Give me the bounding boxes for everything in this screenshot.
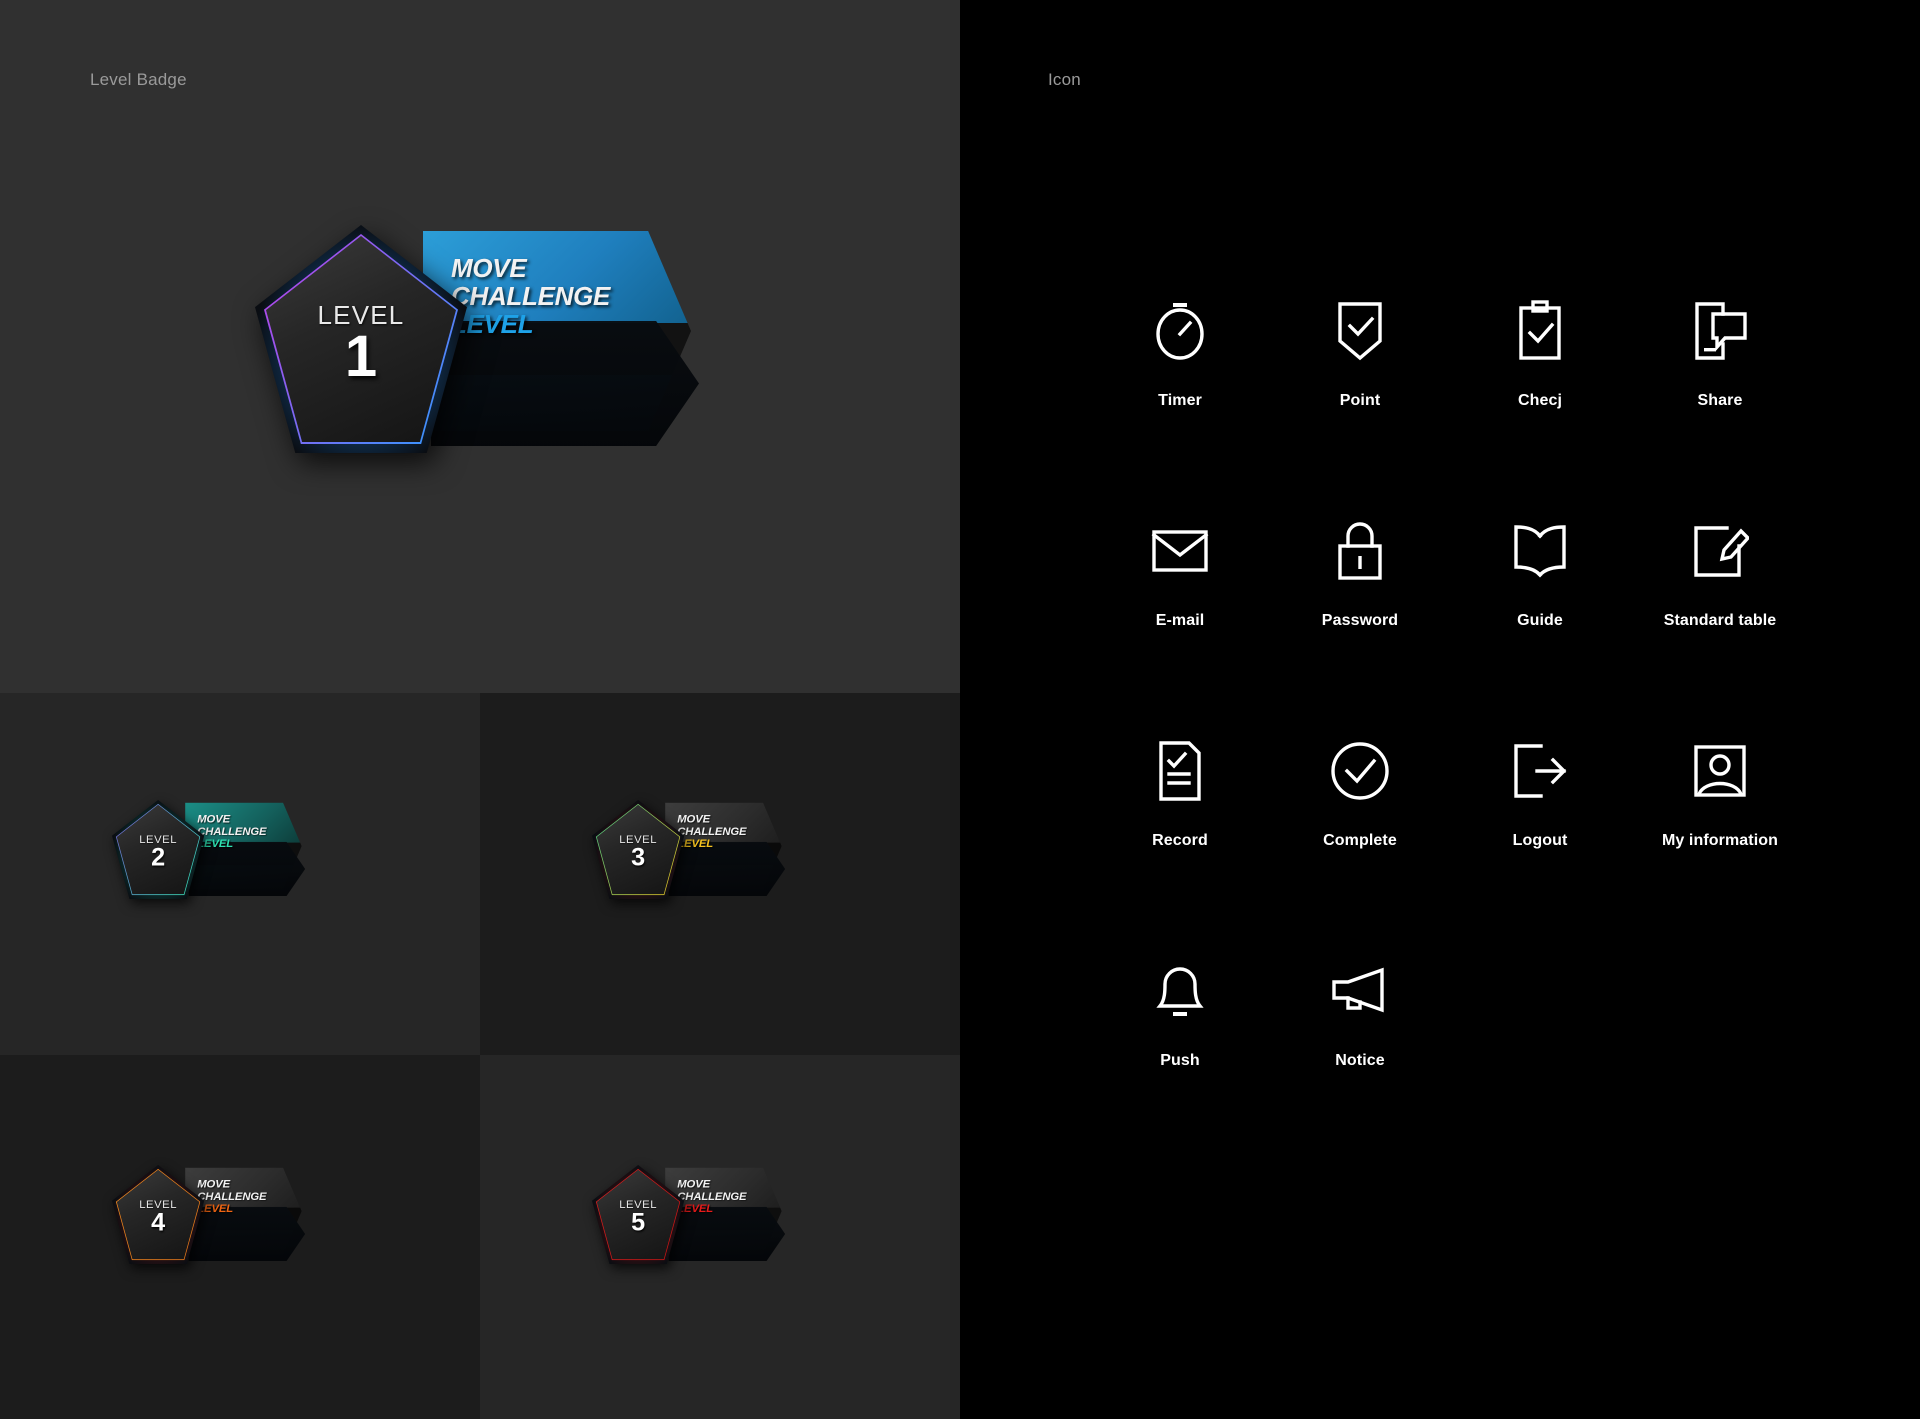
shield-text: LEVEL 4 bbox=[112, 1165, 204, 1264]
share-icon[interactable] bbox=[1689, 300, 1751, 362]
password-lock-icon[interactable] bbox=[1329, 520, 1391, 582]
icon-cell-point[interactable]: Point bbox=[1270, 300, 1450, 410]
icon-label: Complete bbox=[1323, 832, 1397, 849]
ribbon-shadow bbox=[188, 841, 306, 897]
push-bell-icon[interactable] bbox=[1149, 960, 1211, 1022]
ribbon-line-2: CHALLENGE bbox=[197, 1189, 267, 1203]
icon-label: Standard table bbox=[1663, 612, 1777, 629]
shield-text: LEVEL 5 bbox=[592, 1165, 684, 1264]
guide-book-icon[interactable] bbox=[1509, 520, 1571, 582]
ribbon-line-3: LEVEL bbox=[451, 309, 534, 340]
ribbon-text: MOVE CHALLENGE LEVEL bbox=[677, 813, 746, 849]
ribbon-line-2: CHALLENGE bbox=[677, 824, 747, 838]
icon-cell-my-information[interactable]: My information bbox=[1630, 740, 1810, 850]
icon-cell-share[interactable]: Share bbox=[1630, 300, 1810, 410]
ribbon-text: MOVE CHALLENGE LEVEL bbox=[197, 1178, 266, 1214]
shield-text: LEVEL 2 bbox=[112, 800, 204, 899]
ribbon-line-2: CHALLENGE bbox=[451, 280, 611, 311]
ribbon-line-3: LEVEL bbox=[677, 1201, 714, 1215]
icon-cell-complete[interactable]: Complete bbox=[1270, 740, 1450, 850]
ribbon-line-1: MOVE bbox=[197, 812, 231, 826]
timer-icon[interactable] bbox=[1149, 300, 1211, 362]
icon-panel: Icon Timer Point Checj Share E-mail Password G… bbox=[960, 0, 1920, 1419]
record-icon[interactable] bbox=[1149, 740, 1211, 802]
level-number: 3 bbox=[631, 843, 646, 872]
design-system-board: Level Badge MOVE CHALLENGE LEVEL LEVEL 1 MOVE… bbox=[0, 0, 1920, 1419]
icon-grid: Timer Point Checj Share E-mail Password Guide S… bbox=[1090, 300, 1810, 1070]
icon-label: Timer bbox=[1158, 392, 1202, 409]
shield-text: LEVEL 3 bbox=[592, 800, 684, 899]
logout-icon[interactable] bbox=[1509, 740, 1571, 802]
level-shield: LEVEL 2 bbox=[112, 800, 205, 900]
icon-cell-logout[interactable]: Logout bbox=[1450, 740, 1630, 850]
ribbon-shadow bbox=[188, 1206, 306, 1262]
level-badge-panel: Level Badge MOVE CHALLENGE LEVEL LEVEL 1 MOVE… bbox=[0, 0, 960, 1419]
icon-cell-timer[interactable]: Timer bbox=[1090, 300, 1270, 410]
ribbon-line-1: MOVE bbox=[677, 812, 711, 826]
shield-text: LEVEL 1 bbox=[255, 225, 467, 453]
icon-label: Notice bbox=[1335, 1052, 1385, 1069]
level-number: 1 bbox=[344, 323, 378, 389]
complete-icon[interactable] bbox=[1329, 740, 1391, 802]
icon-label: E-mail bbox=[1155, 612, 1205, 629]
email-icon[interactable] bbox=[1149, 520, 1211, 582]
ribbon-line-3: LEVEL bbox=[677, 836, 714, 850]
icon-cell-guide[interactable]: Guide bbox=[1450, 520, 1630, 630]
icon-cell-record[interactable]: Record bbox=[1090, 740, 1270, 850]
level-badge-2[interactable]: MOVE CHALLENGE LEVEL LEVEL 2 bbox=[112, 800, 306, 900]
icon-cell-password[interactable]: Password bbox=[1270, 520, 1450, 630]
icon-cell-e-mail[interactable]: E-mail bbox=[1090, 520, 1270, 630]
icon-section-title: Icon bbox=[1048, 70, 1081, 89]
icon-label: Share bbox=[1697, 392, 1743, 409]
level-number: 5 bbox=[631, 1208, 646, 1237]
ribbon-text: MOVE CHALLENGE LEVEL bbox=[451, 253, 611, 340]
ribbon-line-3: LEVEL bbox=[197, 1201, 234, 1215]
ribbon-line-1: MOVE bbox=[197, 1177, 231, 1191]
icon-cell-standard-table[interactable]: Standard table bbox=[1630, 520, 1810, 630]
level-shield: LEVEL 5 bbox=[592, 1165, 685, 1265]
level-badge-section-title: Level Badge bbox=[90, 70, 187, 89]
icon-label: Push bbox=[1160, 1052, 1200, 1069]
ribbon-line-3: LEVEL bbox=[197, 836, 234, 850]
icon-cell-checj[interactable]: Checj bbox=[1450, 300, 1630, 410]
ribbon-line-2: CHALLENGE bbox=[197, 824, 267, 838]
level-number: 4 bbox=[151, 1208, 166, 1237]
check-clipboard-icon[interactable] bbox=[1509, 300, 1571, 362]
level-badge-1[interactable]: MOVE CHALLENGE LEVEL LEVEL 1 bbox=[255, 225, 699, 455]
icon-label: My information bbox=[1661, 832, 1779, 849]
icon-label: Record bbox=[1152, 832, 1208, 849]
level-shield: LEVEL 4 bbox=[112, 1165, 205, 1265]
ribbon-line-1: MOVE bbox=[677, 1177, 711, 1191]
icon-label: Logout bbox=[1512, 832, 1568, 849]
ribbon-text: MOVE CHALLENGE LEVEL bbox=[197, 813, 266, 849]
level-number: 2 bbox=[151, 843, 166, 872]
icon-label: Guide bbox=[1517, 612, 1563, 629]
icon-label: Checj bbox=[1517, 392, 1563, 409]
level-badge-4[interactable]: MOVE CHALLENGE LEVEL LEVEL 4 bbox=[112, 1165, 306, 1265]
ribbon-text: MOVE CHALLENGE LEVEL bbox=[677, 1178, 746, 1214]
point-icon[interactable] bbox=[1329, 300, 1391, 362]
ribbon-line-1: MOVE bbox=[451, 253, 527, 283]
ribbon-line-2: CHALLENGE bbox=[677, 1189, 747, 1203]
level-shield: LEVEL 3 bbox=[592, 800, 685, 900]
ribbon-shadow bbox=[668, 1206, 786, 1262]
icon-cell-push[interactable]: Push bbox=[1090, 960, 1270, 1070]
ribbon-shadow bbox=[668, 841, 786, 897]
icon-label: Password bbox=[1321, 612, 1399, 629]
level-badge-5[interactable]: MOVE CHALLENGE LEVEL LEVEL 5 bbox=[592, 1165, 786, 1265]
icon-cell-notice[interactable]: Notice bbox=[1270, 960, 1450, 1070]
ribbon-shadow bbox=[431, 321, 699, 446]
level-shield: LEVEL 1 bbox=[255, 225, 467, 453]
level-badge-3[interactable]: MOVE CHALLENGE LEVEL LEVEL 3 bbox=[592, 800, 786, 900]
icon-label: Point bbox=[1339, 392, 1381, 409]
my-information-icon[interactable] bbox=[1689, 740, 1751, 802]
standard-table-icon[interactable] bbox=[1689, 520, 1751, 582]
notice-megaphone-icon[interactable] bbox=[1329, 960, 1391, 1022]
